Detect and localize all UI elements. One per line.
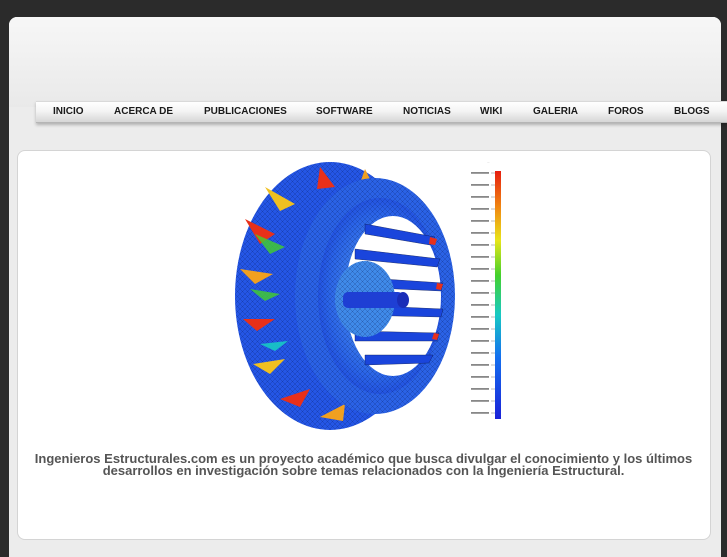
nav-item-software[interactable]: SOFTWARE	[316, 102, 373, 122]
svg-text:...: ...	[487, 160, 490, 164]
nav-item-foros[interactable]: FOROS	[608, 102, 644, 122]
main-navigation: INICIO ACERCA DE PUBLICACIONES SOFTWARE …	[36, 101, 727, 123]
nav-item-acerca-de[interactable]: ACERCA DE	[114, 102, 173, 122]
nav-item-inicio[interactable]: INICIO	[53, 102, 84, 122]
site-description: Ingenieros Estructurales.com es un proye…	[34, 451, 693, 478]
nav-item-blogs[interactable]: BLOGS	[674, 102, 710, 122]
nav-item-publicaciones[interactable]: PUBLICACIONES	[204, 102, 287, 122]
header-banner	[9, 17, 721, 107]
nav-item-galeria[interactable]: GALERIA	[533, 102, 578, 122]
nav-item-wiki[interactable]: WIKI	[480, 102, 502, 122]
nav-item-noticias[interactable]: NOTICIAS	[403, 102, 451, 122]
fan-stress-simulation-image: ...	[235, 160, 501, 430]
